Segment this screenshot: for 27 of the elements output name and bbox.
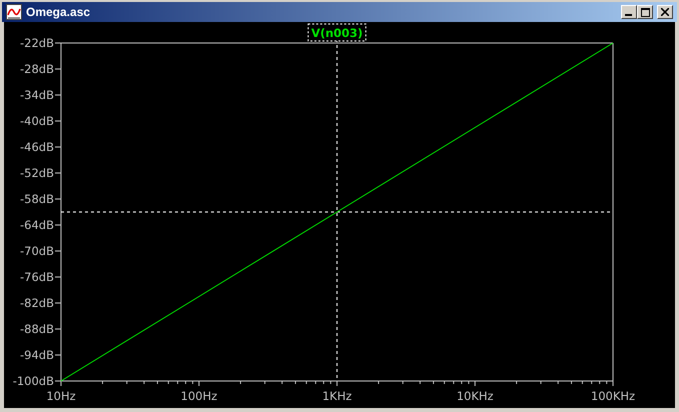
axis-tick-label: -64dB [20,218,54,232]
axis-tick-label: -82dB [20,296,54,310]
trace-label[interactable]: V(n003) [308,24,366,42]
axis-tick-label: -22dB [20,36,54,50]
axis-tick-label: -58dB [20,192,54,206]
axis-tick-label: 10Hz [46,389,76,403]
axis-tick-label: -100dB [12,374,54,388]
maximize-button[interactable] [637,5,653,19]
minimize-button[interactable] [621,5,637,19]
maximize-icon [640,8,650,16]
axis-tick-label: 1KHz [322,389,352,403]
close-button[interactable] [657,5,673,19]
axis-tick-label: -94dB [20,348,54,362]
axis-tick-label: -52dB [20,166,54,180]
axis-tick-label: -34dB [20,88,54,102]
axis-tick-label: -70dB [20,244,54,258]
axis-tick-label: 100Hz [180,389,218,403]
close-icon [661,8,669,16]
axis-tick-label: -88dB [20,322,54,336]
axis-tick-label: -28dB [20,62,54,76]
axis-tick-label: -76dB [20,270,54,284]
axis-tick-label: 10KHz [456,389,494,403]
axis-tick-label: -40dB [20,114,54,128]
window-title: Omega.asc [26,4,90,21]
axis-tick-label: -46dB [20,140,54,154]
axis-tick-label: 100KHz [590,389,636,403]
waveform-icon [6,4,22,20]
